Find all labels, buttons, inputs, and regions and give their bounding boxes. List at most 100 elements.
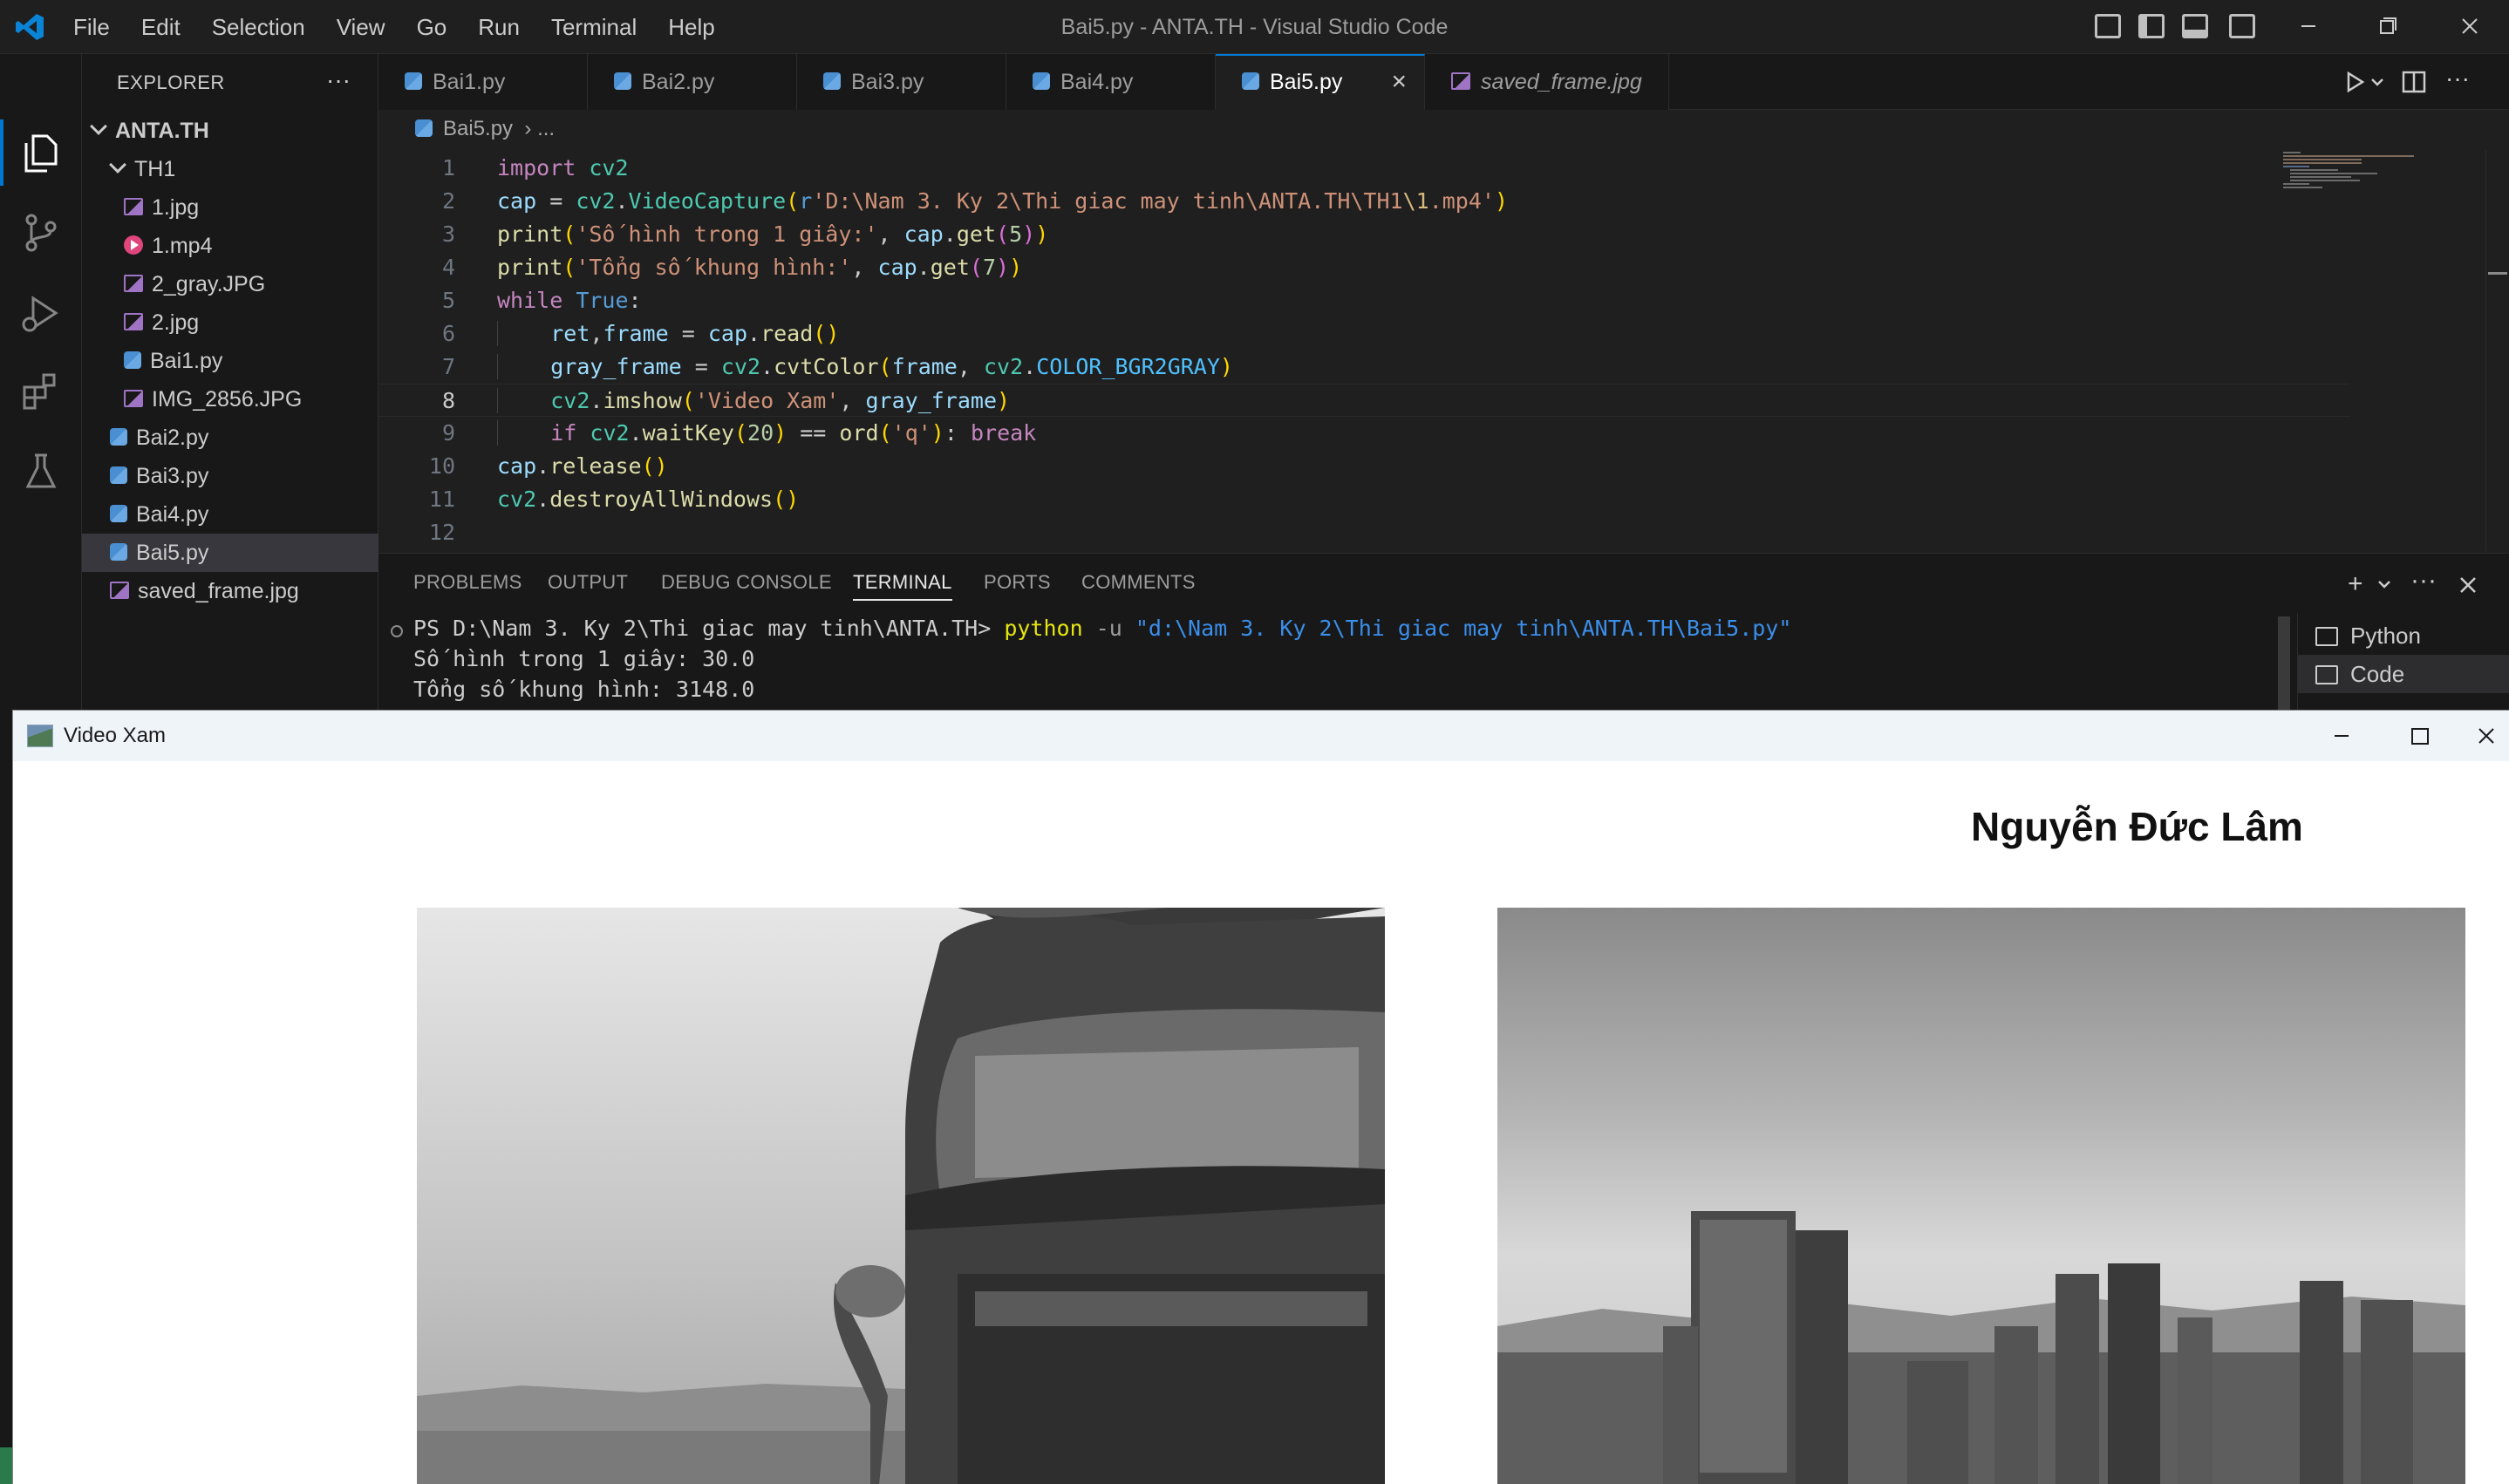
menu-edit[interactable]: Edit [126, 0, 196, 54]
chevron-down-icon[interactable] [2369, 68, 2386, 96]
tab-bai4[interactable]: Bai4.py [1006, 54, 1216, 110]
toggle-primary-sidebar-icon[interactable] [2138, 14, 2165, 38]
explorer-title: EXPLORER [117, 71, 225, 93]
python-file-icon [823, 72, 841, 91]
line-number: 5 [441, 288, 455, 313]
video-xam-window: Video Xam Nguyễn Đức Lâm [12, 710, 2509, 1484]
extensions-icon[interactable] [17, 368, 65, 415]
minimize-icon[interactable] [2307, 711, 2376, 761]
close-window-icon[interactable] [2465, 711, 2509, 761]
minimize-icon[interactable] [2291, 9, 2326, 44]
run-debug-icon[interactable] [17, 289, 65, 337]
restore-icon[interactable] [2370, 9, 2405, 44]
tree-folder-th1[interactable]: TH1 [82, 150, 378, 188]
tree-item-selected[interactable]: Bai5.py [82, 534, 378, 572]
code-editor[interactable]: 1 import cv2 2 cap = cv2.VideoCapture(r'D:… [378, 150, 2509, 551]
code-line: 12 [378, 516, 2349, 549]
panel-tab-comments[interactable]: COMMENTS [1081, 571, 1196, 594]
menu-run[interactable]: Run [462, 0, 535, 54]
close-window-icon[interactable] [2452, 9, 2487, 44]
author-name: Nguyễn Đức Lâm [1971, 804, 2303, 849]
tree-item[interactable]: Bai2.py [82, 419, 378, 457]
chevron-down-icon[interactable] [2376, 573, 2393, 596]
terminal-output-line: Tổng số khung hình: 3148.0 [413, 677, 755, 702]
panel-tab-ports[interactable]: PORTS [984, 571, 1051, 594]
line-number: 3 [441, 221, 455, 247]
tree-item[interactable]: Bai1.py [82, 342, 378, 380]
tree-item[interactable]: 1.mp4 [82, 227, 378, 265]
tab-bai3[interactable]: Bai3.py [797, 54, 1006, 110]
breadcrumb: Bai5.py › ... [415, 117, 555, 141]
tree-root-label: ANTA.TH [115, 119, 209, 143]
tree-item-label: 1.mp4 [152, 234, 213, 258]
source-control-icon[interactable] [17, 209, 65, 256]
tab-saved-frame[interactable]: saved_frame.jpg [1425, 54, 1669, 110]
tab-bai5-active[interactable]: Bai5.py × [1216, 54, 1425, 110]
toggle-panel-icon[interactable] [2182, 14, 2208, 38]
breadcrumb-rest[interactable]: ... [537, 117, 555, 140]
panel-tab-output[interactable]: OUTPUT [548, 571, 628, 594]
tree-item[interactable]: Bai3.py [82, 457, 378, 495]
close-panel-icon[interactable] [2458, 575, 2478, 596]
video-window-title: Video Xam [64, 724, 166, 747]
python-file-icon [405, 72, 422, 91]
menu-file[interactable]: File [58, 0, 126, 54]
python-file-icon [110, 505, 127, 523]
tree-item[interactable]: 2_gray.JPG [82, 265, 378, 303]
panel-tab-debug-console[interactable]: DEBUG CONSOLE [661, 571, 832, 594]
panel-tab-terminal[interactable]: TERMINAL [853, 571, 952, 601]
chevron-down-icon [90, 118, 107, 135]
menu-help[interactable]: Help [652, 0, 730, 54]
menu-selection[interactable]: Selection [196, 0, 321, 54]
video-window-titlebar[interactable]: Video Xam [13, 711, 2509, 761]
scroll-position-marker [2488, 272, 2507, 275]
status-strip [0, 1447, 12, 1484]
panel-tab-problems[interactable]: PROBLEMS [413, 571, 522, 594]
python-file-icon [1033, 72, 1050, 91]
tree-item-label: Bai2.py [136, 425, 209, 450]
code-line: 11 cv2.destroyAllWindows() [378, 483, 2349, 516]
terminal-scrollbar[interactable] [2278, 616, 2290, 712]
terminal-item-python[interactable]: Python [2298, 616, 2509, 655]
menu-view[interactable]: View [321, 0, 401, 54]
editor-scrollbar[interactable] [2485, 150, 2509, 551]
breadcrumb-file[interactable]: Bai5.py [443, 117, 513, 140]
tree-item-label: IMG_2856.JPG [152, 387, 303, 412]
new-terminal-icon[interactable]: + [2348, 571, 2363, 597]
testing-icon[interactable] [17, 448, 65, 495]
split-editor-icon[interactable] [2400, 68, 2428, 96]
vscode-logo-icon [16, 14, 44, 40]
close-tab-icon[interactable]: × [1391, 56, 1407, 108]
tree-item-label: Bai5.py [136, 541, 209, 565]
menu-go[interactable]: Go [401, 0, 463, 54]
tab-bai2[interactable]: Bai2.py [588, 54, 797, 110]
terminal-item-code[interactable]: Code [2298, 655, 2509, 693]
menu-terminal[interactable]: Terminal [535, 0, 652, 54]
terminal-icon [2315, 665, 2338, 684]
code-line-current: 8 cv2.imshow('Video Xam', gray_frame) [378, 384, 2349, 417]
maximize-icon[interactable] [2385, 711, 2455, 761]
minimap[interactable] [2280, 150, 2419, 202]
more-actions-icon[interactable]: ··· [2445, 65, 2473, 92]
tree-item[interactable]: IMG_2856.JPG [82, 380, 378, 419]
tree-root-anta-th[interactable]: ANTA.TH [82, 112, 378, 150]
tree-folder-label: TH1 [134, 157, 176, 181]
tree-item[interactable]: 2.jpg [82, 303, 378, 342]
tab-bai1[interactable]: Bai1.py [378, 54, 588, 110]
customize-layout-icon[interactable] [2095, 14, 2121, 38]
line-number: 2 [441, 188, 455, 214]
tree-item[interactable]: 1.jpg [82, 188, 378, 227]
explorer-icon[interactable] [17, 129, 65, 176]
tree-item-label: Bai4.py [136, 502, 209, 527]
tree-item-label: Bai3.py [136, 464, 209, 488]
toggle-secondary-sidebar-icon[interactable] [2229, 14, 2255, 38]
explorer-more-icon[interactable]: ··· [326, 66, 351, 94]
image-file-icon [1451, 72, 1470, 91]
terminal-icon [2315, 627, 2338, 646]
tree-item[interactable]: Bai4.py [82, 495, 378, 534]
run-python-file-icon[interactable] [2341, 68, 2369, 96]
tree-item[interactable]: saved_frame.jpg [82, 572, 378, 610]
code-line: 7 gray_frame = cv2.cvtColor(frame, cv2.C… [378, 351, 2349, 384]
title-bar: File Edit Selection View Go Run Terminal… [0, 0, 2509, 54]
panel-more-icon[interactable]: ··· [2410, 568, 2437, 594]
